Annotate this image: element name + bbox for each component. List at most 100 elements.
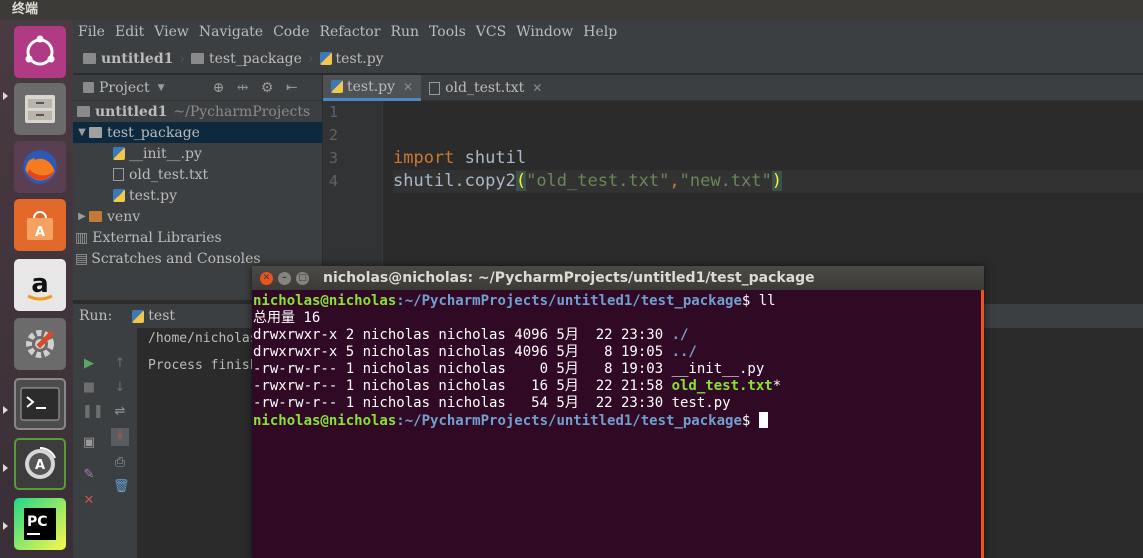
menu-edit[interactable]: Edit bbox=[115, 24, 144, 40]
python-file-icon bbox=[132, 309, 145, 323]
text-file-icon bbox=[113, 168, 124, 181]
line-number: 4 bbox=[329, 172, 339, 190]
minimize-window-icon[interactable]: – bbox=[278, 271, 291, 285]
terminal-line: nicholas@nicholas:~/PycharmProjects/unti… bbox=[253, 293, 776, 309]
tab-test-py[interactable]: test.py ✕ bbox=[323, 75, 422, 101]
running-indicator bbox=[3, 464, 8, 472]
chevron-down-icon[interactable]: ▼ bbox=[158, 83, 165, 93]
tree-item-test-py[interactable]: test.py bbox=[73, 185, 322, 206]
software-updater-icon[interactable]: A bbox=[14, 438, 66, 490]
terminal-line: -rwxrw-r-- 1 nicholas nicholas 16 5月 22 … bbox=[253, 378, 782, 394]
ubuntu-dash-icon[interactable] bbox=[14, 26, 66, 78]
amazon-icon[interactable]: a bbox=[14, 259, 66, 311]
python-file-icon bbox=[113, 147, 125, 160]
scratches-icon: ▤ bbox=[75, 250, 89, 267]
terminal-cursor bbox=[758, 412, 768, 428]
terminal-line: -rw-rw-r-- 1 nicholas nicholas 0 5月 8 19… bbox=[253, 361, 765, 377]
software-center-icon[interactable]: A bbox=[14, 199, 66, 251]
close-icon[interactable]: ✕ bbox=[82, 494, 96, 508]
menu-vcs[interactable]: VCS bbox=[476, 24, 506, 40]
breadcrumb-package[interactable]: test_package bbox=[190, 51, 302, 67]
pause-icon[interactable]: ❚❚ bbox=[82, 405, 104, 419]
close-window-icon[interactable]: ✕ bbox=[260, 271, 273, 285]
svg-text:PC: PC bbox=[27, 514, 48, 530]
terminal-icon[interactable] bbox=[14, 378, 66, 430]
running-indicator bbox=[3, 522, 8, 530]
folder-icon bbox=[77, 106, 90, 117]
expand-arrow-icon[interactable]: ▶ bbox=[75, 211, 89, 222]
trash-icon[interactable]: 🗑 bbox=[113, 480, 130, 494]
tree-item-old-test[interactable]: old_test.txt bbox=[73, 164, 322, 185]
line-number: 2 bbox=[329, 126, 339, 144]
terminal-scrollbar[interactable] bbox=[981, 290, 984, 558]
project-view-selector[interactable]: Project bbox=[99, 80, 150, 96]
folder-icon bbox=[89, 127, 102, 138]
maximize-window-icon[interactable]: □ bbox=[296, 271, 309, 285]
run-icon[interactable]: ▶ bbox=[82, 357, 96, 371]
tree-item-venv[interactable]: ▶ venv bbox=[73, 206, 322, 227]
project-toolbar-icons[interactable]: ⊕ ⇹ ⚙ ⇤ bbox=[213, 80, 302, 96]
running-indicator bbox=[3, 406, 8, 414]
system-settings-icon[interactable] bbox=[14, 318, 66, 370]
terminal-line: nicholas@nicholas:~/PycharmProjects/unti… bbox=[253, 412, 984, 430]
terminal-title: nicholas@nicholas: ~/PycharmProjects/unt… bbox=[323, 270, 815, 286]
arrow-up-icon[interactable]: ↑ bbox=[113, 357, 127, 371]
text-file-icon bbox=[429, 81, 441, 95]
close-icon[interactable]: ✕ bbox=[403, 80, 413, 94]
stop-icon[interactable]: ■ bbox=[82, 381, 96, 395]
project-panel-header: Project ▼ ⊕ ⇹ ⚙ ⇤ bbox=[73, 75, 322, 101]
print-icon[interactable]: ⎙ bbox=[113, 456, 127, 470]
library-icon: ▥ bbox=[75, 229, 89, 246]
terminal-output[interactable]: nicholas@nicholas:~/PycharmProjects/unti… bbox=[252, 290, 984, 430]
menu-view[interactable]: View bbox=[154, 24, 189, 40]
terminal-line: drwxrwxr-x 5 nicholas nicholas 4096 5月 8… bbox=[253, 344, 697, 360]
running-indicator bbox=[3, 92, 8, 100]
terminal-line: 总用量 16 bbox=[253, 310, 321, 326]
pin-icon[interactable]: ✎ bbox=[82, 468, 96, 482]
launcher: A a A PC bbox=[0, 20, 73, 558]
menu-navigate[interactable]: Navigate bbox=[199, 24, 263, 40]
svg-text:a: a bbox=[31, 269, 49, 299]
folder-icon bbox=[83, 53, 96, 64]
menu-code[interactable]: Code bbox=[273, 24, 309, 40]
tree-item-init[interactable]: __init__.py bbox=[73, 143, 322, 164]
breadcrumb-project[interactable]: untitled1 bbox=[83, 51, 173, 67]
scroll-to-end-icon[interactable]: ⤓ bbox=[111, 428, 129, 446]
project-view-icon bbox=[83, 82, 94, 93]
menu-run[interactable]: Run bbox=[390, 24, 419, 40]
menu-help[interactable]: Help bbox=[583, 24, 617, 40]
terminal-window: ✕ – □ nicholas@nicholas: ~/PycharmProjec… bbox=[252, 266, 984, 558]
firefox-icon[interactable] bbox=[14, 141, 66, 193]
pycharm-icon[interactable]: PC bbox=[14, 498, 66, 550]
run-tab-test[interactable]: test bbox=[132, 308, 175, 324]
files-icon[interactable] bbox=[14, 83, 66, 135]
arrow-down-icon[interactable]: ↓ bbox=[113, 381, 127, 395]
soft-wrap-icon[interactable]: ⇌ bbox=[113, 405, 127, 419]
svg-text:A: A bbox=[35, 458, 45, 473]
run-label: Run: bbox=[79, 308, 113, 324]
close-icon[interactable]: ✕ bbox=[532, 81, 542, 95]
tab-old-test-txt[interactable]: old_test.txt ✕ bbox=[421, 75, 550, 101]
line-number: 3 bbox=[329, 149, 339, 167]
editor-tabs: test.py ✕ old_test.txt ✕ bbox=[323, 75, 1143, 101]
menu-bar: File Edit View Navigate Code Refactor Ru… bbox=[73, 20, 1143, 44]
terminal-line: -rw-rw-r-- 1 nicholas nicholas 54 5月 22 … bbox=[253, 395, 731, 411]
menu-tools[interactable]: Tools bbox=[429, 24, 466, 40]
expand-arrow-icon[interactable]: ▼ bbox=[75, 127, 89, 138]
tree-root[interactable]: untitled1 ~/PycharmProjects bbox=[73, 101, 322, 122]
menu-window[interactable]: Window bbox=[516, 24, 573, 40]
dump-threads-icon[interactable]: ▣ bbox=[82, 436, 96, 450]
python-file-icon bbox=[113, 189, 125, 202]
tree-item-test-package[interactable]: ▼ test_package bbox=[73, 122, 322, 143]
menu-file[interactable]: File bbox=[78, 24, 105, 40]
tree-item-external-libraries[interactable]: ▥ External Libraries bbox=[73, 227, 322, 248]
terminal-titlebar[interactable]: ✕ – □ nicholas@nicholas: ~/PycharmProjec… bbox=[252, 266, 984, 290]
navigation-bar: untitled1 › test_package › test.py bbox=[73, 44, 1143, 74]
python-file-icon bbox=[319, 52, 332, 65]
menu-refactor[interactable]: Refactor bbox=[319, 24, 380, 40]
breadcrumb-file[interactable]: test.py bbox=[319, 51, 384, 67]
python-file-icon bbox=[331, 80, 343, 93]
code-line: import shutil bbox=[393, 148, 527, 168]
